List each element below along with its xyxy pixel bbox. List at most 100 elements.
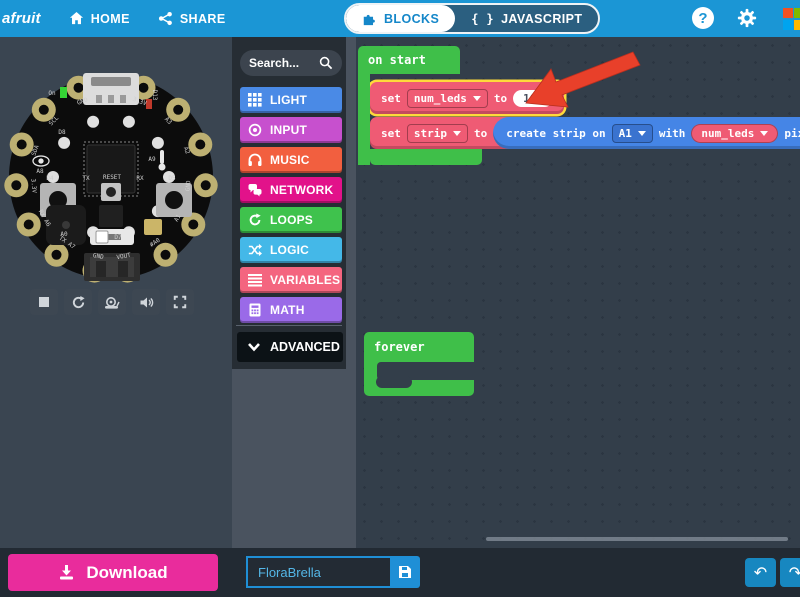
share-label: SHARE bbox=[180, 12, 226, 26]
project-name-group bbox=[246, 556, 420, 588]
restart-icon bbox=[71, 295, 86, 310]
sim-slowmo-button[interactable] bbox=[98, 289, 126, 315]
category-label: NETWORK bbox=[270, 183, 333, 197]
advanced-label: ADVANCED bbox=[270, 340, 340, 354]
category-advanced[interactable]: ADVANCED bbox=[237, 332, 343, 362]
save-button[interactable] bbox=[390, 556, 420, 588]
on-start-block[interactable]: on start set num_leds to 160 set strip t… bbox=[358, 46, 800, 165]
undo-button[interactable]: ↶ bbox=[745, 558, 776, 587]
toolbox-search[interactable] bbox=[240, 50, 342, 76]
home-button[interactable]: HOME bbox=[69, 11, 130, 26]
pin-name: A1 bbox=[619, 127, 632, 140]
chat-bubbles-icon bbox=[248, 183, 262, 197]
loop-icon bbox=[248, 213, 262, 227]
set-keyword: set bbox=[381, 127, 401, 140]
project-name-input[interactable] bbox=[246, 556, 390, 588]
set-num-leds-block[interactable]: set num_leds to 160 bbox=[370, 82, 564, 114]
ms-square-green bbox=[794, 8, 800, 18]
ms-square-yellow bbox=[794, 20, 800, 30]
home-icon bbox=[69, 11, 84, 26]
speaker-icon bbox=[139, 295, 154, 310]
reset-button[interactable] bbox=[101, 183, 121, 201]
set-strip-block[interactable]: set strip to create strip on A1 with num… bbox=[370, 117, 800, 149]
variable-dropdown-num-leds[interactable]: num_leds bbox=[407, 89, 488, 108]
search-input[interactable] bbox=[249, 56, 319, 70]
category-math[interactable]: MATH bbox=[240, 297, 342, 323]
board-label: A9 bbox=[148, 156, 156, 163]
caret-icon bbox=[453, 131, 461, 136]
to-keyword: to bbox=[494, 92, 507, 105]
num-leds-variable-pill[interactable]: num_leds bbox=[691, 124, 778, 143]
tab-blocks[interactable]: BLOCKS bbox=[346, 5, 455, 32]
fullscreen-icon bbox=[173, 295, 187, 309]
category-music[interactable]: MUSIC bbox=[240, 147, 342, 173]
board-label: A0 bbox=[60, 231, 68, 238]
toolbox-divider bbox=[236, 325, 342, 326]
caret-icon bbox=[638, 131, 646, 136]
category-label: MATH bbox=[270, 303, 305, 317]
help-icon: ? bbox=[698, 10, 707, 27]
blocks-workspace[interactable]: on start set num_leds to 160 set strip t… bbox=[356, 37, 800, 548]
sensor-pad bbox=[144, 219, 162, 235]
sim-sound-button[interactable] bbox=[132, 289, 160, 315]
share-button[interactable]: SHARE bbox=[158, 11, 226, 26]
category-variables[interactable]: VARIABLES bbox=[240, 267, 342, 293]
create-strip-block[interactable]: create strip on A1 with num_leds pixels bbox=[493, 117, 800, 149]
sim-stop-button[interactable] bbox=[30, 289, 58, 315]
redo-button[interactable]: ↷ bbox=[780, 558, 800, 587]
toolbox-category-panel: LIGHT INPUT MUSIC NETWORK LOOPS LOGIC bbox=[232, 37, 346, 369]
download-label: Download bbox=[86, 563, 167, 583]
redo-icon: ↷ bbox=[789, 563, 800, 582]
on-led bbox=[60, 87, 67, 98]
number-value-160[interactable]: 160 bbox=[513, 90, 553, 107]
usb-connector bbox=[83, 73, 139, 105]
tab-blocks-label: BLOCKS bbox=[384, 12, 439, 26]
caret-icon bbox=[760, 131, 768, 136]
help-button[interactable]: ? bbox=[692, 7, 714, 29]
home-label: HOME bbox=[91, 12, 130, 26]
bottom-bar: Download ↶ ↷ bbox=[0, 548, 800, 597]
forever-block[interactable]: forever bbox=[364, 332, 474, 396]
floppy-save-icon bbox=[398, 565, 412, 579]
category-label: LOGIC bbox=[270, 243, 309, 257]
settings-gear-icon[interactable] bbox=[736, 7, 758, 29]
download-icon bbox=[58, 564, 75, 581]
with-keyword: with bbox=[659, 127, 686, 140]
category-label: INPUT bbox=[270, 123, 307, 137]
pin-dropdown-a1[interactable]: A1 bbox=[612, 124, 653, 143]
category-label: MUSIC bbox=[270, 153, 310, 167]
horizontal-scrollbar[interactable] bbox=[486, 537, 788, 541]
on-start-footer bbox=[370, 149, 482, 165]
sim-restart-button[interactable] bbox=[64, 289, 92, 315]
tab-javascript-label: JAVASCRIPT bbox=[501, 12, 582, 26]
variable-dropdown-strip[interactable]: strip bbox=[407, 124, 468, 143]
caret-icon bbox=[473, 96, 481, 101]
category-input[interactable]: INPUT bbox=[240, 117, 342, 143]
share-icon bbox=[158, 11, 173, 26]
forever-notch bbox=[376, 376, 412, 388]
shuffle-icon bbox=[248, 243, 262, 257]
circuit-playground-board[interactable]: GNDSCLSDA3.3VRX A6TX A7GND3.3VA3A2GNDA1#… bbox=[0, 37, 232, 287]
category-list: LIGHT INPUT MUSIC NETWORK LOOPS LOGIC bbox=[240, 87, 342, 327]
category-logic[interactable]: LOGIC bbox=[240, 237, 342, 263]
board-label: D13 bbox=[151, 90, 158, 101]
category-label: LIGHT bbox=[270, 93, 307, 107]
pixels-keyword: pixels bbox=[784, 127, 800, 140]
slide-switch-d7[interactable] bbox=[90, 229, 134, 245]
undo-icon: ↶ bbox=[754, 563, 767, 582]
adafruit-logo[interactable]: afruit bbox=[0, 10, 41, 27]
sim-fullscreen-button[interactable] bbox=[166, 289, 194, 315]
board-label: 3.3V bbox=[29, 178, 37, 193]
calculator-icon bbox=[248, 303, 262, 317]
tab-javascript[interactable]: { } JAVASCRIPT bbox=[455, 5, 598, 32]
board-label: D8 bbox=[58, 129, 66, 136]
category-light[interactable]: LIGHT bbox=[240, 87, 342, 113]
on-start-header[interactable]: on start bbox=[358, 46, 460, 74]
download-button[interactable]: Download bbox=[8, 554, 218, 591]
list-lines-icon bbox=[248, 273, 262, 287]
board-label: RX bbox=[136, 175, 144, 182]
category-loops[interactable]: LOOPS bbox=[240, 207, 342, 233]
forever-label: forever bbox=[364, 332, 474, 362]
snail-icon bbox=[104, 295, 120, 310]
category-network[interactable]: NETWORK bbox=[240, 177, 342, 203]
